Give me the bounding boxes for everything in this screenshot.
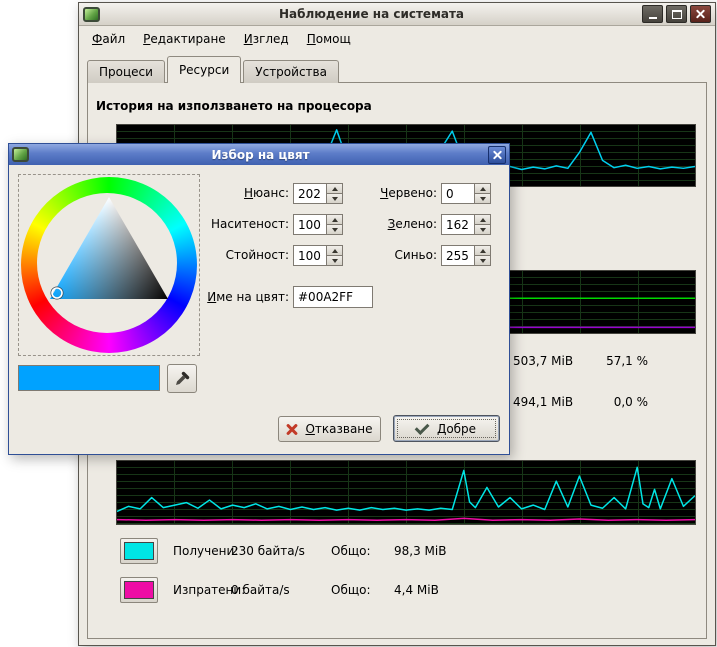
arrow-up-icon: [480, 218, 486, 222]
maximize-icon: [672, 10, 682, 19]
hue-spinner: [293, 183, 345, 204]
cancel-button[interactable]: Отказване: [278, 416, 381, 442]
close-icon: [696, 10, 705, 19]
hue-input[interactable]: [293, 183, 326, 204]
maximize-button[interactable]: [666, 5, 687, 23]
dialog-app-icon: [12, 147, 29, 162]
network-sent-legend: Изпратени: 0 байта/s Общо: 4,4 MiB: [120, 576, 439, 604]
saturation-spinner: [293, 214, 345, 235]
arrow-down-icon: [480, 259, 486, 263]
arrow-down-icon: [332, 228, 338, 232]
arrow-up-icon: [332, 218, 338, 222]
menu-help[interactable]: Помощ: [298, 28, 360, 50]
arrow-down-icon: [480, 197, 486, 201]
value-spinner: [293, 245, 345, 266]
blue-up-button[interactable]: [474, 245, 491, 256]
received-color-button[interactable]: [120, 538, 158, 564]
sent-rate: 0 байта/s: [231, 583, 331, 597]
eyedropper-button[interactable]: [167, 364, 197, 393]
dialog-titlebar[interactable]: Избор на цвят: [9, 144, 509, 165]
menu-edit[interactable]: Редактиране: [134, 28, 235, 50]
main-titlebar[interactable]: Наблюдение на системата: [79, 3, 715, 26]
arrow-down-icon: [332, 259, 338, 263]
sent-total: 4,4 MiB: [394, 583, 439, 597]
green-down-button[interactable]: [474, 225, 491, 235]
menubar: Файл Редактиране Изглед Помощ: [79, 26, 715, 52]
selected-color-preview: [18, 365, 160, 391]
arrow-up-icon: [332, 249, 338, 253]
received-total-label: Общо:: [331, 544, 394, 558]
tab-devices[interactable]: Устройства: [243, 60, 339, 83]
ok-button-label: Добре: [437, 422, 476, 436]
network-history-chart: [116, 460, 696, 525]
hue-up-button[interactable]: [326, 183, 343, 194]
cancel-icon: [286, 423, 298, 435]
value-label: Стойност:: [189, 248, 289, 262]
menu-view[interactable]: Изглед: [235, 28, 298, 50]
color-picker-dialog: Избор на цвят: [8, 143, 510, 455]
red-down-button[interactable]: [474, 194, 491, 204]
red-label: Червено:: [349, 186, 437, 200]
close-button[interactable]: [690, 5, 711, 23]
red-spinner: [441, 183, 493, 204]
cancel-button-label: Отказване: [305, 422, 372, 436]
arrow-up-icon: [480, 249, 486, 253]
eyedropper-icon: [174, 371, 190, 387]
menu-file[interactable]: Файл: [83, 28, 134, 50]
blue-input[interactable]: [441, 245, 474, 266]
arrow-up-icon: [332, 187, 338, 191]
main-window-title: Наблюдение на системата: [104, 7, 639, 21]
green-input[interactable]: [441, 214, 474, 235]
green-label: Зелено:: [349, 217, 437, 231]
arrow-up-icon: [480, 187, 486, 191]
red-input[interactable]: [441, 183, 474, 204]
dialog-close-icon: [493, 150, 502, 159]
sent-color-swatch: [124, 581, 154, 599]
received-total: 98,3 MiB: [394, 544, 446, 558]
hue-down-button[interactable]: [326, 194, 343, 204]
color-wheel-area: [18, 174, 200, 356]
swap-percent: 0,0 %: [558, 395, 648, 409]
value-up-button[interactable]: [326, 245, 343, 256]
color-name-input[interactable]: [293, 286, 373, 308]
system-monitor-app-icon: [83, 7, 100, 22]
sent-color-button[interactable]: [120, 577, 158, 603]
blue-spinner: [441, 245, 493, 266]
minimize-icon: [649, 10, 657, 19]
cpu-history-heading: История на използването на процесора: [96, 99, 372, 113]
received-color-swatch: [124, 542, 154, 560]
hue-label: Нюанс:: [189, 186, 289, 200]
tab-resources[interactable]: Ресурси: [167, 56, 241, 83]
dialog-close-button[interactable]: [488, 146, 506, 164]
tab-processes[interactable]: Процеси: [87, 60, 165, 83]
blue-down-button[interactable]: [474, 256, 491, 266]
arrow-down-icon: [332, 197, 338, 201]
blue-label: Синьо:: [349, 248, 437, 262]
memory-percent: 57,1 %: [558, 354, 648, 368]
notebook-tabs: Процеси Ресурси Устройства: [87, 57, 341, 83]
ok-icon: [415, 420, 430, 435]
arrow-down-icon: [480, 228, 486, 232]
color-name-label: Име на цвят:: [179, 290, 289, 304]
minimize-button[interactable]: [642, 5, 663, 23]
sent-label: Изпратени:: [173, 583, 231, 597]
value-input[interactable]: [293, 245, 326, 266]
green-up-button[interactable]: [474, 214, 491, 225]
saturation-up-button[interactable]: [326, 214, 343, 225]
saturation-label: Наситеност:: [189, 217, 289, 231]
received-label: Получени:: [173, 544, 231, 558]
saturation-value-triangle[interactable]: [21, 177, 197, 353]
red-up-button[interactable]: [474, 183, 491, 194]
saturation-input[interactable]: [293, 214, 326, 235]
dialog-title: Избор на цвят: [33, 148, 488, 162]
received-rate: 230 байта/s: [231, 544, 331, 558]
sent-total-label: Общо:: [331, 583, 394, 597]
value-down-button[interactable]: [326, 256, 343, 266]
ok-button[interactable]: Добре: [393, 415, 500, 442]
green-spinner: [441, 214, 493, 235]
network-received-legend: Получени: 230 байта/s Общо: 98,3 MiB: [120, 537, 446, 565]
saturation-down-button[interactable]: [326, 225, 343, 235]
